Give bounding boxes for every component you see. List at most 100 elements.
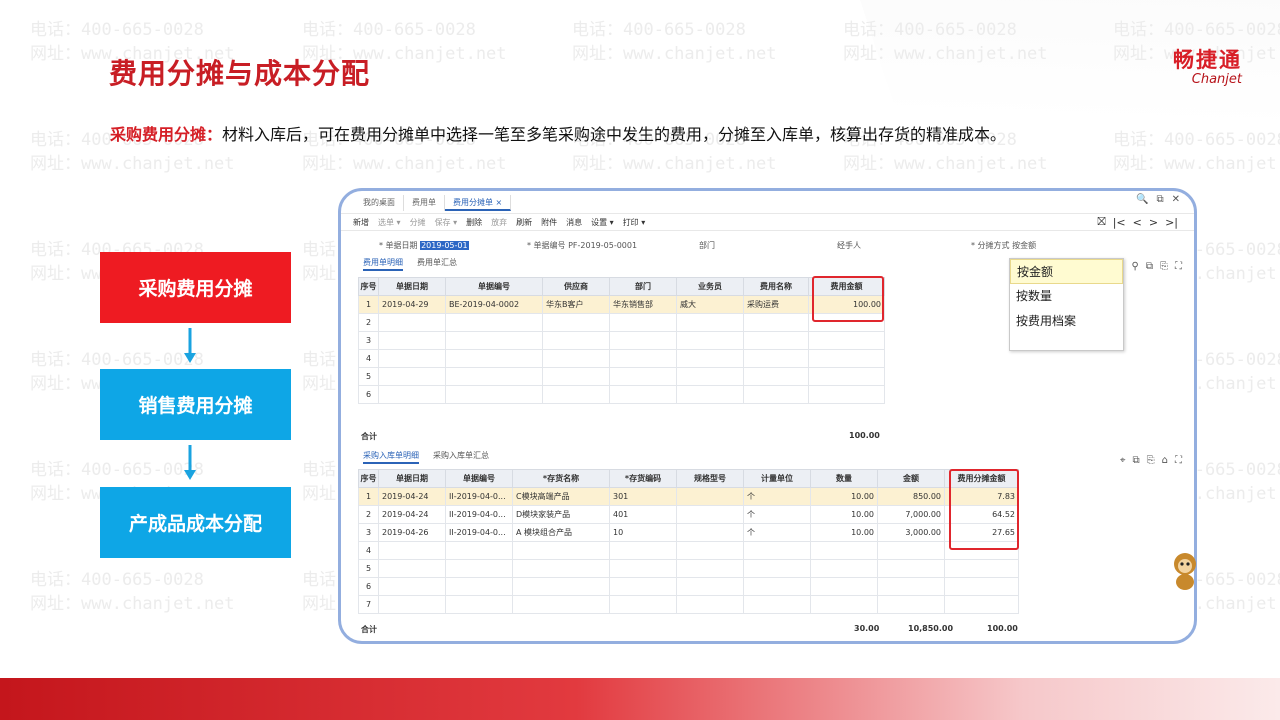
table-cell[interactable]: 华东B客户 xyxy=(542,295,610,314)
table-cell[interactable]: 5 xyxy=(358,367,379,386)
close-icon[interactable]: ✕ xyxy=(1172,194,1180,205)
expense-subtab-1[interactable]: 费用单汇总 xyxy=(417,257,457,271)
column-header[interactable]: 计量单位 xyxy=(743,469,811,488)
table-cell[interactable] xyxy=(512,577,610,596)
table-cell[interactable]: 2019-04-29 xyxy=(378,295,446,314)
table-cell[interactable]: 7,000.00 xyxy=(877,505,945,524)
table-cell[interactable] xyxy=(810,559,878,578)
toolbar-button-5[interactable]: 放弃 xyxy=(491,217,507,228)
table-cell[interactable] xyxy=(445,349,543,368)
table-row[interactable]: 1 2019-04-29 BE-2019-04-0002 华东B客户 华东销售部 威大 采购… xyxy=(358,295,885,314)
tab-0[interactable]: 我的桌面 xyxy=(355,195,404,211)
table-cell[interactable] xyxy=(676,367,744,386)
method-field[interactable]: * 分摊方式 按金额 xyxy=(971,240,1036,251)
table-row-empty[interactable]: 5 xyxy=(358,559,1019,578)
table-cell[interactable]: 10 xyxy=(609,523,677,542)
column-header[interactable]: 金额 xyxy=(877,469,945,488)
table-cell[interactable]: A 模块组合产品 xyxy=(512,523,610,542)
table-row[interactable]: 3 2019-04-26 II-2019-04-0... A 模块组合产品 10 个 10.… xyxy=(358,523,1019,542)
table-cell[interactable] xyxy=(743,349,809,368)
table-cell[interactable] xyxy=(445,577,513,596)
table-cell[interactable]: 6 xyxy=(358,577,379,596)
table-cell[interactable] xyxy=(609,385,677,404)
export-icon[interactable]: ⎘ xyxy=(1160,261,1168,272)
table-cell[interactable] xyxy=(512,559,610,578)
table-cell[interactable]: 5 xyxy=(358,559,379,578)
column-header[interactable]: 业务员 xyxy=(676,277,744,296)
column-header[interactable]: 数量 xyxy=(810,469,878,488)
toolbar-button-6[interactable]: 刷新 xyxy=(516,217,532,228)
table-cell[interactable] xyxy=(808,385,885,404)
table-cell[interactable] xyxy=(445,313,543,332)
toolbar-button-4[interactable]: 删除 xyxy=(466,217,482,228)
table-cell[interactable] xyxy=(877,541,945,560)
filter-icon[interactable]: ⚲ xyxy=(1132,261,1139,272)
table-row-empty[interactable]: 7 xyxy=(358,595,1019,614)
table-cell[interactable] xyxy=(944,577,1019,596)
tab-1[interactable]: 费用单 xyxy=(404,195,445,211)
table-cell[interactable] xyxy=(676,523,744,542)
tab-close-icon[interactable]: × xyxy=(493,198,503,207)
table-cell[interactable]: C模块高端产品 xyxy=(512,487,610,506)
table-cell[interactable] xyxy=(445,367,543,386)
table-cell[interactable] xyxy=(676,313,744,332)
expense-subtab-0[interactable]: 费用单明细 xyxy=(363,257,403,271)
column-header[interactable]: 单据编号 xyxy=(445,469,513,488)
table-cell[interactable] xyxy=(743,367,809,386)
table-cell[interactable] xyxy=(743,577,811,596)
table-cell[interactable]: 6 xyxy=(358,385,379,404)
table-cell[interactable]: 850.00 xyxy=(877,487,945,506)
table-cell[interactable]: 10.00 xyxy=(810,523,878,542)
toolbar-button-7[interactable]: 附件 xyxy=(541,217,557,228)
column-header[interactable]: 部门 xyxy=(609,277,677,296)
table-cell[interactable] xyxy=(743,313,809,332)
table-cell[interactable]: 2019-04-24 xyxy=(378,487,446,506)
table-cell[interactable]: 401 xyxy=(609,505,677,524)
table-cell[interactable] xyxy=(609,367,677,386)
table-cell[interactable]: 3 xyxy=(358,523,379,542)
toolbar-button-3[interactable]: 保存 ▾ xyxy=(435,217,458,228)
column-header[interactable]: 供应商 xyxy=(542,277,610,296)
table-row-empty[interactable]: 6 xyxy=(358,385,885,404)
table-cell[interactable] xyxy=(877,595,945,614)
table-cell[interactable]: 个 xyxy=(743,505,811,524)
table-cell[interactable] xyxy=(808,349,885,368)
table-row-empty[interactable]: 6 xyxy=(358,577,1019,596)
locate-icon[interactable]: ⌖ xyxy=(1120,455,1126,466)
table-cell[interactable]: 采购运费 xyxy=(743,295,809,314)
table-cell[interactable]: 10.00 xyxy=(810,505,878,524)
table-cell[interactable] xyxy=(743,541,811,560)
table-row-empty[interactable]: 2 xyxy=(358,313,885,332)
table-cell[interactable] xyxy=(445,559,513,578)
search-icon[interactable]: 🔍 xyxy=(1136,194,1148,205)
table-cell[interactable]: 301 xyxy=(609,487,677,506)
first-icon[interactable]: |< xyxy=(1113,216,1126,229)
table-cell[interactable] xyxy=(609,331,677,350)
table-cell[interactable]: 2019-04-24 xyxy=(378,505,446,524)
table-cell[interactable] xyxy=(676,559,744,578)
dropdown-option-1[interactable]: 按数量 xyxy=(1010,284,1123,309)
table-cell[interactable]: 2019-04-26 xyxy=(378,523,446,542)
table-row-empty[interactable]: 4 xyxy=(358,541,1019,560)
table-cell[interactable]: 个 xyxy=(743,487,811,506)
code-field[interactable]: * 单据编号 PF-2019-05-0001 xyxy=(527,240,637,251)
table-cell[interactable]: II-2019-04-0... xyxy=(445,523,513,542)
table-cell[interactable]: 3 xyxy=(358,331,379,350)
table-cell[interactable]: 2 xyxy=(358,505,379,524)
column-header[interactable]: 单据编号 xyxy=(445,277,543,296)
table-cell[interactable] xyxy=(743,595,811,614)
table-cell[interactable] xyxy=(378,577,446,596)
toolbar-button-9[interactable]: 设置 ▾ xyxy=(591,217,614,228)
table-cell[interactable] xyxy=(542,367,610,386)
table-cell[interactable] xyxy=(378,595,446,614)
toolbar-button-10[interactable]: 打印 ▾ xyxy=(623,217,646,228)
date-field[interactable]: * 单据日期 2019-05-01 xyxy=(379,240,469,251)
table-cell[interactable] xyxy=(378,331,446,350)
table-cell[interactable] xyxy=(609,349,677,368)
table-cell[interactable] xyxy=(676,595,744,614)
tab-2[interactable]: 费用分摊单 × xyxy=(445,195,512,211)
table-cell[interactable] xyxy=(609,577,677,596)
column-header[interactable]: 序号 xyxy=(358,277,379,296)
table-cell[interactable] xyxy=(378,349,446,368)
table-cell[interactable] xyxy=(877,577,945,596)
